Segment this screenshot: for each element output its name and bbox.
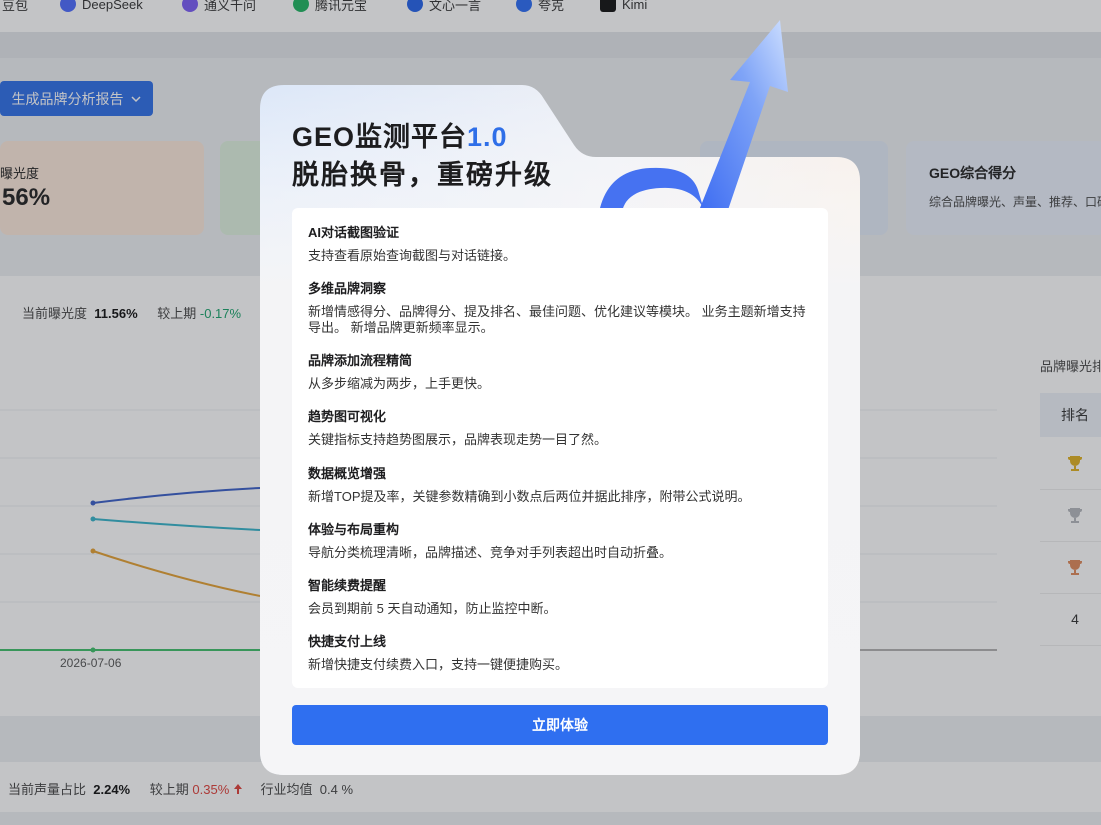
feature-item: 快捷支付上线 新增快捷支付续费入口，支持一键便捷购买。 <box>308 633 813 673</box>
upgrade-arrow-icon <box>600 20 788 212</box>
feature-desc: 新增快捷支付续费入口，支持一键便捷购买。 <box>308 657 569 672</box>
modal-title-main: GEO监测平台 <box>292 122 468 152</box>
feature-item: 数据概览增强 新增TOP提及率，关键参数精确到小数点后两位并据此排序，附带公式说… <box>308 465 813 505</box>
feature-desc: 支持查看原始查询截图与对话链接。 <box>308 248 517 263</box>
feature-desc: 会员到期前 5 天自动通知，防止监控中断。 <box>308 601 557 616</box>
feature-desc: 新增情感得分、品牌得分、提及排名、最佳问题、优化建议等模块。 业务主题新增支持导… <box>308 304 806 335</box>
feature-item: 品牌添加流程精简 从多步缩减为两步，上手更快。 <box>308 352 813 392</box>
upgrade-announcement-modal: GEO监测平台1.0 脱胎换骨，重磅升级 AI对话截图验证 支持查看原始查询截图… <box>260 20 860 775</box>
feature-desc: 关键指标支持趋势图展示，品牌表现走势一目了然。 <box>308 432 608 447</box>
modal-title: GEO监测平台1.0 <box>292 115 508 154</box>
feature-title: 多维品牌洞察 <box>308 281 387 296</box>
feature-desc: 导航分类梳理清晰，品牌描述、竞争对手列表超出时自动折叠。 <box>308 545 673 560</box>
feature-title: AI对话截图验证 <box>308 225 400 240</box>
feature-item: 智能续费提醒 会员到期前 5 天自动通知，防止监控中断。 <box>308 577 813 617</box>
feature-list: AI对话截图验证 支持查看原始查询截图与对话链接。 多维品牌洞察 新增情感得分、… <box>292 208 828 688</box>
feature-title: 数据概览增强 <box>308 466 387 481</box>
feature-title: 快捷支付上线 <box>308 634 387 649</box>
feature-title: 趋势图可视化 <box>308 409 387 424</box>
modal-title-version: 1.0 <box>467 122 508 152</box>
try-now-button[interactable]: 立即体验 <box>292 705 828 745</box>
feature-item: AI对话截图验证 支持查看原始查询截图与对话链接。 <box>308 224 813 264</box>
feature-title: 体验与布局重构 <box>308 522 400 537</box>
feature-item: 趋势图可视化 关键指标支持趋势图展示，品牌表现走势一目了然。 <box>308 408 813 448</box>
modal-subtitle: 脱胎换骨，重磅升级 <box>292 160 553 190</box>
feature-item: 体验与布局重构 导航分类梳理清晰，品牌描述、竞争对手列表超出时自动折叠。 <box>308 521 813 561</box>
try-now-label: 立即体验 <box>532 717 588 733</box>
feature-desc: 从多步缩减为两步，上手更快。 <box>308 376 491 391</box>
feature-item: 多维品牌洞察 新增情感得分、品牌得分、提及排名、最佳问题、优化建议等模块。 业务… <box>308 280 813 336</box>
feature-title: 品牌添加流程精简 <box>308 353 413 368</box>
feature-title: 智能续费提醒 <box>308 578 387 593</box>
feature-desc: 新增TOP提及率，关键参数精确到小数点后两位并据此排序，附带公式说明。 <box>308 489 751 504</box>
